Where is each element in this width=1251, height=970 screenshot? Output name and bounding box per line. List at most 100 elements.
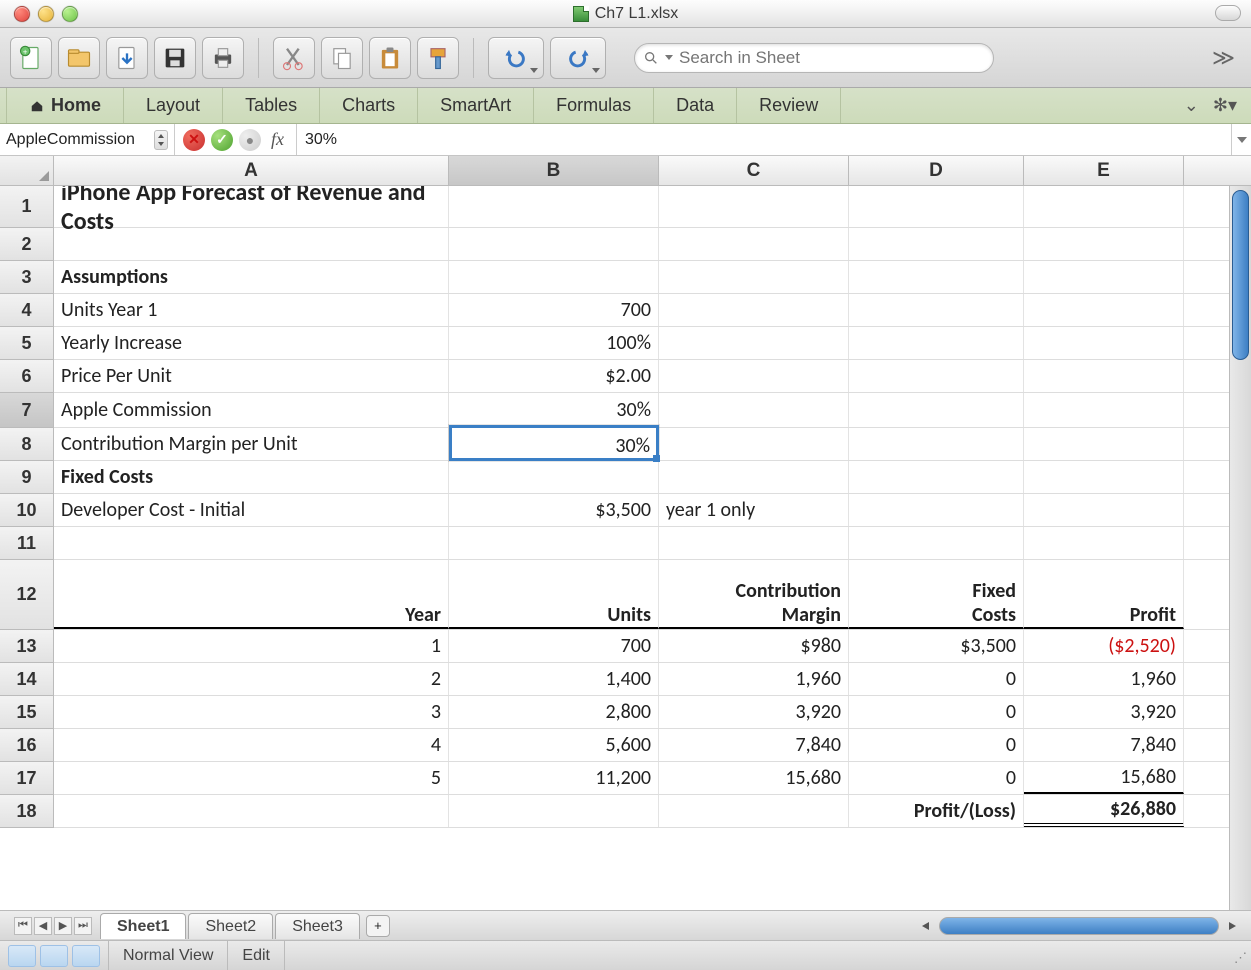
copy-button[interactable]: [321, 37, 363, 79]
row-header[interactable]: 9: [0, 461, 54, 494]
row-header[interactable]: 6: [0, 360, 54, 393]
undo-button[interactable]: [488, 37, 544, 79]
active-cell[interactable]: 30%: [449, 393, 659, 427]
row-header[interactable]: 18: [0, 795, 54, 828]
column-headers: A B C D E: [0, 156, 1251, 186]
row-6: 6 Price Per Unit $2.00: [0, 360, 1251, 393]
view-page-break-button[interactable]: [72, 945, 100, 967]
name-box-stepper[interactable]: [154, 130, 168, 150]
column-header-B[interactable]: B: [449, 156, 659, 185]
view-page-layout-button[interactable]: [40, 945, 68, 967]
sheet-nav-first[interactable]: ⏮: [14, 917, 32, 935]
row-header[interactable]: 15: [0, 696, 54, 729]
row-10: 10 Developer Cost - Initial $3,500 year …: [0, 494, 1251, 527]
search-input[interactable]: [679, 48, 985, 68]
svg-text:+: +: [23, 47, 28, 56]
ribbon: Home Layout Tables Charts SmartArt Formu…: [0, 88, 1251, 124]
window-titlebar: Ch7 L1.xlsx: [0, 0, 1251, 28]
horizontal-scrollbar[interactable]: [939, 917, 1219, 935]
formula-builder-button[interactable]: ●: [239, 129, 261, 151]
formula-input[interactable]: 30%: [297, 131, 1231, 149]
spreadsheet: A B C D E 1 iPhone App Forecast of Reven…: [0, 156, 1251, 910]
file-icon: [573, 6, 589, 22]
tab-data[interactable]: Data: [654, 88, 737, 123]
save-button[interactable]: [154, 37, 196, 79]
tab-tables[interactable]: Tables: [223, 88, 320, 123]
paste-button[interactable]: [369, 37, 411, 79]
tab-formulas[interactable]: Formulas: [534, 88, 654, 123]
sheet-nav-last[interactable]: ⏭: [74, 917, 92, 935]
format-painter-button[interactable]: [417, 37, 459, 79]
select-all-corner[interactable]: [0, 156, 54, 185]
search-box[interactable]: [634, 43, 994, 73]
resize-grip-icon[interactable]: ⋰: [1234, 950, 1247, 966]
row-header[interactable]: 17: [0, 762, 54, 795]
tab-layout[interactable]: Layout: [124, 88, 223, 123]
name-box[interactable]: AppleCommission: [0, 124, 175, 155]
row-header[interactable]: 8: [0, 428, 54, 461]
sheet-nav-prev[interactable]: ◀: [34, 917, 52, 935]
tab-review[interactable]: Review: [737, 88, 841, 123]
cut-button[interactable]: [273, 37, 315, 79]
column-header-E[interactable]: E: [1024, 156, 1184, 185]
selection-outline: 30%: [449, 425, 659, 461]
vertical-scroll-thumb[interactable]: [1232, 190, 1249, 360]
open-document-button[interactable]: [58, 37, 100, 79]
sheet-nav-next[interactable]: ▶: [54, 917, 72, 935]
row-header[interactable]: 12: [0, 560, 54, 630]
ribbon-settings-button[interactable]: ✻▾: [1213, 95, 1237, 116]
ribbon-expand-button[interactable]: ⌄: [1184, 95, 1199, 116]
search-dropdown-icon[interactable]: [665, 55, 673, 60]
fill-handle[interactable]: [653, 455, 660, 462]
row-header[interactable]: 5: [0, 327, 54, 360]
sheet-tab-3[interactable]: Sheet3: [275, 913, 360, 939]
row-header[interactable]: 7: [0, 393, 54, 428]
tab-home[interactable]: Home: [6, 88, 124, 123]
sheet-tab-1[interactable]: Sheet1: [100, 913, 186, 939]
toolbar-overflow-button[interactable]: ≫: [1206, 45, 1241, 71]
row-header[interactable]: 3: [0, 261, 54, 294]
row-header[interactable]: 16: [0, 729, 54, 762]
row-header[interactable]: 13: [0, 630, 54, 663]
row-11: 11: [0, 527, 1251, 560]
toolbar-pill-button[interactable]: [1215, 5, 1241, 21]
home-icon: [29, 99, 45, 113]
row-14: 14 2 1,400 1,960 0 1,960: [0, 663, 1251, 696]
cell[interactable]: iPhone App Forecast of Revenue and Costs: [54, 186, 449, 227]
column-header-A[interactable]: A: [54, 156, 449, 185]
row-4: 4 Units Year 1 700: [0, 294, 1251, 327]
row-header[interactable]: 1: [0, 186, 54, 228]
tab-charts[interactable]: Charts: [320, 88, 418, 123]
row-13: 13 1 700 $980 $3,500 ($2,520): [0, 630, 1251, 663]
print-button[interactable]: [202, 37, 244, 79]
tab-smartart[interactable]: SmartArt: [418, 88, 534, 123]
vertical-scrollbar[interactable]: [1229, 186, 1251, 910]
row-header[interactable]: 10: [0, 494, 54, 527]
row-16: 16 4 5,600 7,840 0 7,840: [0, 729, 1251, 762]
view-normal-button[interactable]: [8, 945, 36, 967]
status-bar: Normal View Edit: [0, 940, 1251, 970]
grid-body[interactable]: 1 iPhone App Forecast of Revenue and Cos…: [0, 186, 1251, 910]
confirm-formula-button[interactable]: ✓: [211, 129, 233, 151]
sheet-tab-bar: ⏮ ◀ ▶ ⏭ Sheet1 Sheet2 Sheet3 + ⋰: [0, 910, 1251, 940]
fx-icon: fx: [267, 129, 288, 150]
row-18: 18 Profit/(Loss) $26,880: [0, 795, 1251, 828]
row-17: 17 5 11,200 15,680 0 15,680: [0, 762, 1251, 795]
cancel-formula-button[interactable]: ✕: [183, 129, 205, 151]
formula-bar-expand-button[interactable]: [1231, 124, 1251, 155]
main-toolbar: + ≫: [0, 28, 1251, 88]
status-mode-label: Edit: [228, 941, 285, 970]
row-header[interactable]: 11: [0, 527, 54, 560]
import-button[interactable]: [106, 37, 148, 79]
row-header[interactable]: 4: [0, 294, 54, 327]
row-9: 9 Fixed Costs: [0, 461, 1251, 494]
row-header[interactable]: 2: [0, 228, 54, 261]
search-icon: [643, 50, 659, 66]
column-header-D[interactable]: D: [849, 156, 1024, 185]
redo-button[interactable]: [550, 37, 606, 79]
column-header-C[interactable]: C: [659, 156, 849, 185]
add-sheet-button[interactable]: +: [366, 915, 390, 937]
row-header[interactable]: 14: [0, 663, 54, 696]
new-document-button[interactable]: +: [10, 37, 52, 79]
sheet-tab-2[interactable]: Sheet2: [188, 913, 273, 939]
